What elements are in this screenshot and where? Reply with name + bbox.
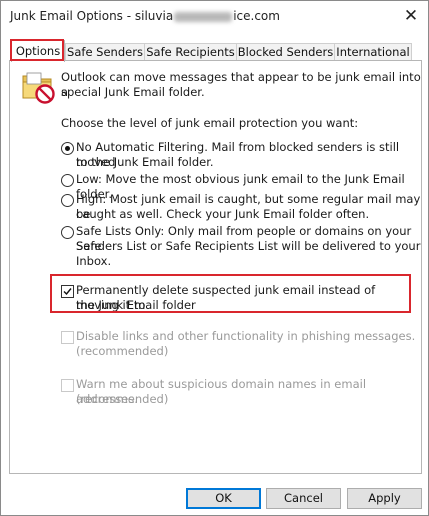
window-title-prefix: Junk Email Options - siluvia xyxy=(10,9,174,23)
radio-low[interactable] xyxy=(61,174,74,187)
disable-links-checkbox xyxy=(61,331,74,344)
radio-safe-lists-only[interactable] xyxy=(61,226,74,239)
options-panel: Outlook can move messages that appear to… xyxy=(9,60,422,474)
radio-no-automatic-filtering[interactable] xyxy=(61,142,74,155)
checkmark-icon xyxy=(63,288,72,296)
ok-button[interactable]: OK xyxy=(186,488,261,509)
option-high-line-2: caught as well. Check your Junk Email fo… xyxy=(76,207,370,221)
permanently-delete-line-2: the Junk Email folder xyxy=(76,298,196,312)
option-safe-lists-line-3: Inbox. xyxy=(76,254,112,268)
tab-safe-senders[interactable]: Safe Senders xyxy=(65,43,145,61)
tab-options[interactable]: Options xyxy=(11,40,65,62)
intro-line-2: special Junk Email folder. xyxy=(61,85,205,99)
tab-international[interactable]: International xyxy=(334,43,412,61)
warn-domains-line-2: (recommended) xyxy=(76,392,169,406)
close-icon[interactable]: ✕ xyxy=(402,6,420,26)
tab-strip: Options Safe Senders Safe Recipients Blo… xyxy=(9,40,421,62)
window-title: Junk Email Options - siluvia ice.com xyxy=(10,9,280,23)
junk-email-options-dialog: Junk Email Options - siluvia ice.com ✕ Op… xyxy=(0,0,429,516)
apply-button[interactable]: Apply xyxy=(347,488,422,509)
warn-domains-checkbox xyxy=(61,379,74,392)
option-safe-lists-line-2: Senders List or Safe Recipients List wil… xyxy=(76,239,421,253)
cancel-button[interactable]: Cancel xyxy=(266,488,341,509)
title-bar: Junk Email Options - siluvia ice.com ✕ xyxy=(1,1,428,33)
radio-high[interactable] xyxy=(61,194,74,207)
option-no-filtering-line-2: to the Junk Email folder. xyxy=(76,155,214,169)
protection-level-prompt: Choose the level of junk email protectio… xyxy=(61,116,359,130)
tab-blocked-senders[interactable]: Blocked Senders xyxy=(236,43,335,61)
disable-links-line-2: (recommended) xyxy=(76,344,169,358)
junk-folder-icon xyxy=(22,72,55,104)
window-title-suffix: ice.com xyxy=(233,9,280,23)
redacted-email-blur xyxy=(174,11,233,22)
tab-safe-recipients[interactable]: Safe Recipients xyxy=(144,43,237,61)
permanently-delete-checkbox[interactable] xyxy=(61,285,74,298)
disable-links-line-1: Disable links and other functionality in… xyxy=(76,329,416,343)
